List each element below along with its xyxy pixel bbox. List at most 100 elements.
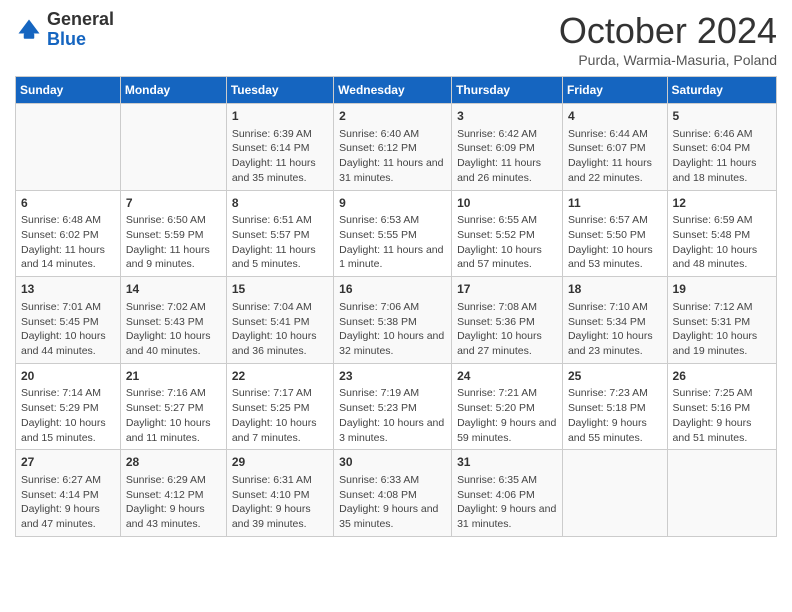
- calendar-cell: 4Sunrise: 6:44 AM Sunset: 6:07 PM Daylig…: [562, 104, 667, 191]
- calendar-cell: 20Sunrise: 7:14 AM Sunset: 5:29 PM Dayli…: [16, 363, 121, 450]
- day-number: 14: [126, 281, 221, 298]
- calendar-week-4: 20Sunrise: 7:14 AM Sunset: 5:29 PM Dayli…: [16, 363, 777, 450]
- day-number: 29: [232, 454, 328, 471]
- logo-text: General Blue: [47, 10, 114, 50]
- day-info: Sunrise: 7:25 AM Sunset: 5:16 PM Dayligh…: [673, 386, 771, 445]
- logo: General Blue: [15, 10, 114, 50]
- calendar-cell: 30Sunrise: 6:33 AM Sunset: 4:08 PM Dayli…: [334, 450, 452, 537]
- calendar-cell: 14 Sunrise: 7:02 AM Sunset: 5:43 PM Dayli…: [120, 277, 226, 364]
- day-info: Sunrise: 6:27 AM Sunset: 4:14 PM Dayligh…: [21, 473, 115, 532]
- calendar-cell: 25Sunrise: 7:23 AM Sunset: 5:18 PM Dayli…: [562, 363, 667, 450]
- day-number: 21: [126, 368, 221, 385]
- day-info: Sunrise: 7:12 AM Sunset: 5:31 PM Dayligh…: [673, 300, 771, 359]
- calendar-cell: 24Sunrise: 7:21 AM Sunset: 5:20 PM Dayli…: [452, 363, 563, 450]
- calendar-cell: 23Sunrise: 7:19 AM Sunset: 5:23 PM Dayli…: [334, 363, 452, 450]
- day-number: 2: [339, 108, 446, 125]
- day-number: 24: [457, 368, 557, 385]
- day-info: Sunrise: 6:48 AM Sunset: 6:02 PM Dayligh…: [21, 213, 115, 272]
- day-info: Sunrise: 6:39 AM Sunset: 6:14 PM Dayligh…: [232, 127, 328, 186]
- page-header: General Blue October 2024 Purda, Warmia-…: [15, 10, 777, 68]
- col-header-saturday: Saturday: [667, 77, 776, 104]
- day-number: 7: [126, 195, 221, 212]
- calendar-cell: 27 Sunrise: 6:27 AM Sunset: 4:14 PM Dayli…: [16, 450, 121, 537]
- col-header-monday: Monday: [120, 77, 226, 104]
- day-info: Sunrise: 6:55 AM Sunset: 5:52 PM Dayligh…: [457, 213, 557, 272]
- day-number: 1: [232, 108, 328, 125]
- day-number: 30: [339, 454, 446, 471]
- calendar-week-3: 13 Sunrise: 7:01 AM Sunset: 5:45 PM Dayli…: [16, 277, 777, 364]
- calendar-cell: 17 Sunrise: 7:08 AM Sunset: 5:36 PM Dayli…: [452, 277, 563, 364]
- calendar-cell: 26Sunrise: 7:25 AM Sunset: 5:16 PM Dayli…: [667, 363, 776, 450]
- day-info: Sunrise: 6:31 AM Sunset: 4:10 PM Dayligh…: [232, 473, 328, 532]
- calendar-week-1: 1 Sunrise: 6:39 AM Sunset: 6:14 PM Daylig…: [16, 104, 777, 191]
- col-header-sunday: Sunday: [16, 77, 121, 104]
- calendar-cell: 18 Sunrise: 7:10 AM Sunset: 5:34 PM Dayli…: [562, 277, 667, 364]
- day-info: Sunrise: 6:53 AM Sunset: 5:55 PM Dayligh…: [339, 213, 446, 272]
- day-info: Sunrise: 7:23 AM Sunset: 5:18 PM Dayligh…: [568, 386, 662, 445]
- day-info: Sunrise: 6:46 AM Sunset: 6:04 PM Dayligh…: [673, 127, 771, 186]
- calendar-table: SundayMondayTuesdayWednesdayThursdayFrid…: [15, 76, 777, 537]
- calendar-cell: 12Sunrise: 6:59 AM Sunset: 5:48 PM Dayli…: [667, 190, 776, 277]
- day-info: Sunrise: 7:08 AM Sunset: 5:36 PM Dayligh…: [457, 300, 557, 359]
- calendar-week-5: 27 Sunrise: 6:27 AM Sunset: 4:14 PM Dayli…: [16, 450, 777, 537]
- calendar-cell: [120, 104, 226, 191]
- calendar-cell: 31Sunrise: 6:35 AM Sunset: 4:06 PM Dayli…: [452, 450, 563, 537]
- day-info: Sunrise: 6:50 AM Sunset: 5:59 PM Dayligh…: [126, 213, 221, 272]
- logo-icon: [15, 16, 43, 44]
- day-info: Sunrise: 7:17 AM Sunset: 5:25 PM Dayligh…: [232, 386, 328, 445]
- calendar-cell: [16, 104, 121, 191]
- day-number: 27: [21, 454, 115, 471]
- day-info: Sunrise: 7:02 AM Sunset: 5:43 PM Dayligh…: [126, 300, 221, 359]
- day-number: 8: [232, 195, 328, 212]
- col-header-friday: Friday: [562, 77, 667, 104]
- calendar-cell: 29 Sunrise: 6:31 AM Sunset: 4:10 PM Dayli…: [226, 450, 333, 537]
- calendar-cell: 19 Sunrise: 7:12 AM Sunset: 5:31 PM Dayli…: [667, 277, 776, 364]
- day-number: 4: [568, 108, 662, 125]
- day-number: 13: [21, 281, 115, 298]
- calendar-cell: 3 Sunrise: 6:42 AM Sunset: 6:09 PM Daylig…: [452, 104, 563, 191]
- day-number: 12: [673, 195, 771, 212]
- day-number: 16: [339, 281, 446, 298]
- day-info: Sunrise: 7:14 AM Sunset: 5:29 PM Dayligh…: [21, 386, 115, 445]
- day-info: Sunrise: 6:42 AM Sunset: 6:09 PM Dayligh…: [457, 127, 557, 186]
- calendar-cell: 7Sunrise: 6:50 AM Sunset: 5:59 PM Daylig…: [120, 190, 226, 277]
- calendar-cell: 16 Sunrise: 7:06 AM Sunset: 5:38 PM Dayli…: [334, 277, 452, 364]
- day-info: Sunrise: 6:35 AM Sunset: 4:06 PM Dayligh…: [457, 473, 557, 532]
- day-info: Sunrise: 7:06 AM Sunset: 5:38 PM Dayligh…: [339, 300, 446, 359]
- calendar-cell: 21Sunrise: 7:16 AM Sunset: 5:27 PM Dayli…: [120, 363, 226, 450]
- calendar-cell: 15Sunrise: 7:04 AM Sunset: 5:41 PM Dayli…: [226, 277, 333, 364]
- col-header-wednesday: Wednesday: [334, 77, 452, 104]
- day-number: 26: [673, 368, 771, 385]
- calendar-cell: 9Sunrise: 6:53 AM Sunset: 5:55 PM Daylig…: [334, 190, 452, 277]
- month-title: October 2024: [559, 10, 777, 52]
- title-block: October 2024 Purda, Warmia-Masuria, Pola…: [559, 10, 777, 68]
- col-header-tuesday: Tuesday: [226, 77, 333, 104]
- day-info: Sunrise: 7:01 AM Sunset: 5:45 PM Dayligh…: [21, 300, 115, 359]
- day-info: Sunrise: 7:21 AM Sunset: 5:20 PM Dayligh…: [457, 386, 557, 445]
- day-info: Sunrise: 7:19 AM Sunset: 5:23 PM Dayligh…: [339, 386, 446, 445]
- calendar-cell: 13 Sunrise: 7:01 AM Sunset: 5:45 PM Dayli…: [16, 277, 121, 364]
- day-number: 11: [568, 195, 662, 212]
- calendar-cell: 8Sunrise: 6:51 AM Sunset: 5:57 PM Daylig…: [226, 190, 333, 277]
- calendar-cell: 22Sunrise: 7:17 AM Sunset: 5:25 PM Dayli…: [226, 363, 333, 450]
- day-info: Sunrise: 6:59 AM Sunset: 5:48 PM Dayligh…: [673, 213, 771, 272]
- calendar-cell: 2 Sunrise: 6:40 AM Sunset: 6:12 PM Daylig…: [334, 104, 452, 191]
- day-number: 5: [673, 108, 771, 125]
- calendar-cell: [667, 450, 776, 537]
- day-number: 28: [126, 454, 221, 471]
- day-info: Sunrise: 7:10 AM Sunset: 5:34 PM Dayligh…: [568, 300, 662, 359]
- day-info: Sunrise: 6:40 AM Sunset: 6:12 PM Dayligh…: [339, 127, 446, 186]
- day-info: Sunrise: 6:57 AM Sunset: 5:50 PM Dayligh…: [568, 213, 662, 272]
- day-number: 10: [457, 195, 557, 212]
- calendar-cell: 10Sunrise: 6:55 AM Sunset: 5:52 PM Dayli…: [452, 190, 563, 277]
- day-number: 18: [568, 281, 662, 298]
- day-number: 19: [673, 281, 771, 298]
- day-number: 23: [339, 368, 446, 385]
- day-number: 22: [232, 368, 328, 385]
- day-number: 3: [457, 108, 557, 125]
- day-info: Sunrise: 6:51 AM Sunset: 5:57 PM Dayligh…: [232, 213, 328, 272]
- calendar-cell: 6Sunrise: 6:48 AM Sunset: 6:02 PM Daylig…: [16, 190, 121, 277]
- day-number: 25: [568, 368, 662, 385]
- day-number: 6: [21, 195, 115, 212]
- day-number: 17: [457, 281, 557, 298]
